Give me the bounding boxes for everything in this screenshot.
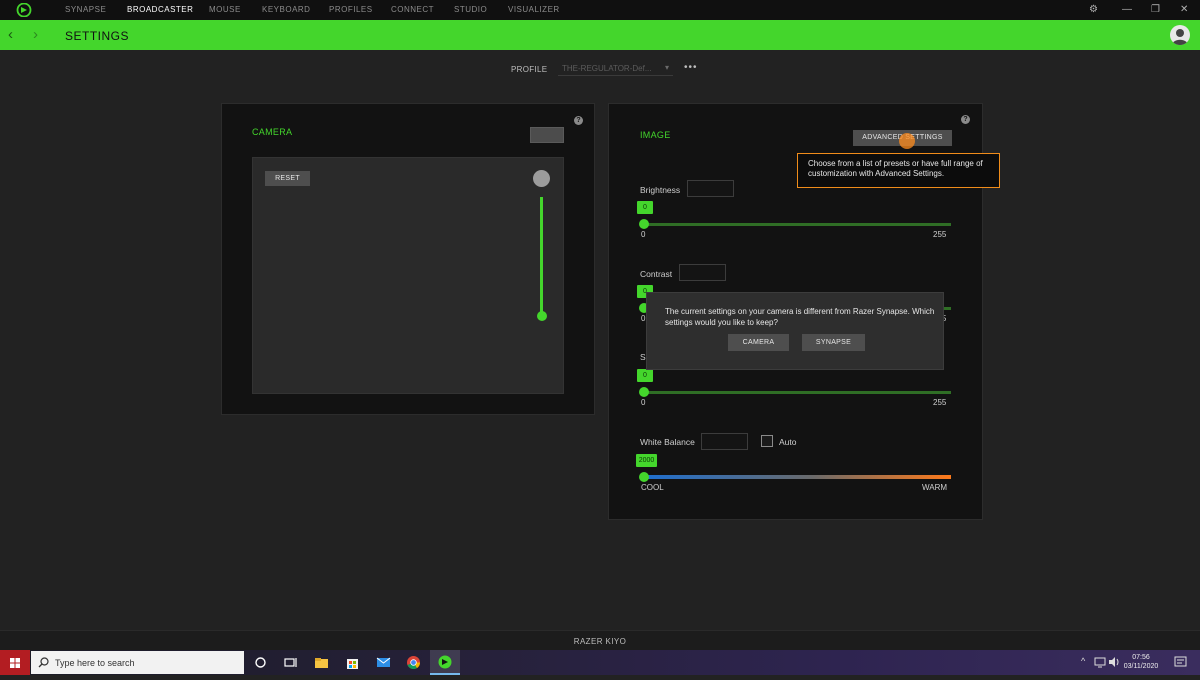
- back-arrow-icon[interactable]: ‹: [8, 26, 13, 43]
- taskbar-search-input[interactable]: Type here to search: [31, 651, 244, 674]
- white-balance-label: White Balance: [640, 437, 695, 447]
- windows-logo-icon: [10, 658, 20, 668]
- cursor-highlight: [899, 133, 915, 149]
- reset-button[interactable]: RESET: [265, 171, 310, 186]
- saturation-slider-track[interactable]: [644, 391, 951, 394]
- file-explorer-icon[interactable]: [314, 655, 329, 670]
- camera-panel-title: CAMERA: [252, 127, 293, 137]
- page-title: SETTINGS: [65, 29, 130, 43]
- search-placeholder: Type here to search: [55, 658, 135, 668]
- zoom-slider-track[interactable]: [540, 197, 543, 317]
- brightness-slider-handle[interactable]: [639, 219, 649, 229]
- top-navigation-bar: SYNAPSE BROADCASTER MOUSE KEYBOARD PROFI…: [0, 0, 1200, 20]
- notifications-icon[interactable]: [1174, 656, 1187, 668]
- nav-studio[interactable]: STUDIO: [454, 5, 487, 14]
- profile-value: THE-REGULATOR-Def...: [562, 64, 652, 73]
- restore-icon[interactable]: ❐: [1151, 4, 1160, 16]
- camera-help-icon[interactable]: ?: [574, 116, 583, 125]
- saturation-max: 255: [933, 398, 947, 407]
- clock-time: 07:56: [1132, 654, 1150, 661]
- camera-preview: [252, 157, 564, 394]
- store-icon[interactable]: [345, 655, 360, 670]
- forward-arrow-icon[interactable]: ›: [33, 26, 38, 43]
- contrast-label: Contrast: [640, 269, 673, 279]
- nav-visualizer[interactable]: VISUALIZER: [508, 5, 560, 14]
- saturation-slider-handle[interactable]: [639, 387, 649, 397]
- white-balance-value-badge: 2000: [636, 454, 657, 467]
- brightness-value-badge: 0: [637, 201, 653, 214]
- zoom-slider-handle[interactable]: [537, 311, 547, 321]
- device-bar: RAZER KIYO: [0, 630, 1200, 650]
- minimize-icon[interactable]: —: [1122, 4, 1132, 16]
- profile-label: PROFILE: [511, 65, 548, 74]
- brightness-min: 0: [641, 230, 646, 239]
- page-header: ‹ › SETTINGS: [0, 20, 1200, 50]
- camera-toggle[interactable]: [530, 127, 564, 143]
- brightness-max: 255: [933, 230, 947, 239]
- cortana-icon[interactable]: [253, 655, 268, 670]
- nav-connect[interactable]: CONNECT: [391, 5, 434, 14]
- network-icon[interactable]: [1094, 656, 1106, 668]
- user-avatar-icon[interactable]: [1170, 25, 1190, 45]
- brightness-input[interactable]: [687, 180, 734, 197]
- white-balance-input[interactable]: [701, 433, 748, 450]
- razer-logo-icon[interactable]: [16, 3, 32, 17]
- nav-synapse[interactable]: SYNAPSE: [65, 5, 106, 14]
- settings-gear-icon[interactable]: ⚙: [1089, 4, 1098, 16]
- brightness-slider-track[interactable]: [644, 223, 951, 226]
- saturation-min: 0: [641, 398, 646, 407]
- white-balance-slider-handle[interactable]: [639, 472, 649, 482]
- contrast-input[interactable]: [679, 264, 726, 281]
- nav-keyboard[interactable]: KEYBOARD: [262, 5, 310, 14]
- image-help-icon[interactable]: ?: [961, 115, 970, 124]
- advanced-settings-tooltip: Choose from a list of presets or have fu…: [797, 153, 1000, 188]
- start-button[interactable]: [0, 650, 30, 675]
- razer-taskbar-icon: [438, 655, 452, 669]
- zoom-icon: [533, 170, 550, 187]
- auto-label: Auto: [779, 437, 797, 447]
- volume-icon[interactable]: [1108, 656, 1120, 668]
- task-view-icon[interactable]: [283, 655, 298, 670]
- keep-camera-button[interactable]: CAMERA: [728, 334, 789, 351]
- nav-broadcaster[interactable]: BROADCASTER: [127, 5, 193, 14]
- windows-taskbar: Type here to search ^ 07:56 03/11/2020: [0, 650, 1200, 675]
- profile-dropdown[interactable]: THE-REGULATOR-Def... ▾: [558, 61, 673, 76]
- clock-date: 03/11/2020: [1123, 663, 1159, 670]
- close-icon[interactable]: ✕: [1180, 4, 1188, 16]
- contrast-min: 0: [641, 314, 646, 323]
- settings-conflict-dialog: The current settings on your camera is d…: [646, 292, 944, 370]
- auto-checkbox[interactable]: [761, 435, 773, 447]
- brightness-label: Brightness: [640, 185, 681, 195]
- mail-icon[interactable]: [376, 655, 391, 670]
- white-balance-slider-track[interactable]: [644, 475, 951, 479]
- razer-synapse-taskbar-item[interactable]: [430, 650, 460, 675]
- taskbar-clock[interactable]: 07:56 03/11/2020: [1120, 653, 1162, 671]
- profile-more-button[interactable]: •••: [684, 62, 698, 73]
- nav-profiles[interactable]: PROFILES: [329, 5, 373, 14]
- keep-synapse-button[interactable]: SYNAPSE: [802, 334, 865, 351]
- chevron-down-icon: ▾: [664, 63, 669, 72]
- dialog-message: The current settings on your camera is d…: [665, 307, 935, 327]
- image-panel-title: IMAGE: [640, 130, 671, 140]
- chrome-icon[interactable]: [406, 655, 421, 670]
- white-balance-warm-label: WARM: [922, 483, 948, 492]
- device-name[interactable]: RAZER KIYO: [0, 637, 1200, 646]
- saturation-value-badge: 0: [637, 369, 653, 382]
- search-icon: [38, 657, 49, 668]
- tray-chevron-up-icon[interactable]: ^: [1081, 656, 1085, 666]
- nav-mouse[interactable]: MOUSE: [209, 5, 241, 14]
- white-balance-cool-label: COOL: [641, 483, 664, 492]
